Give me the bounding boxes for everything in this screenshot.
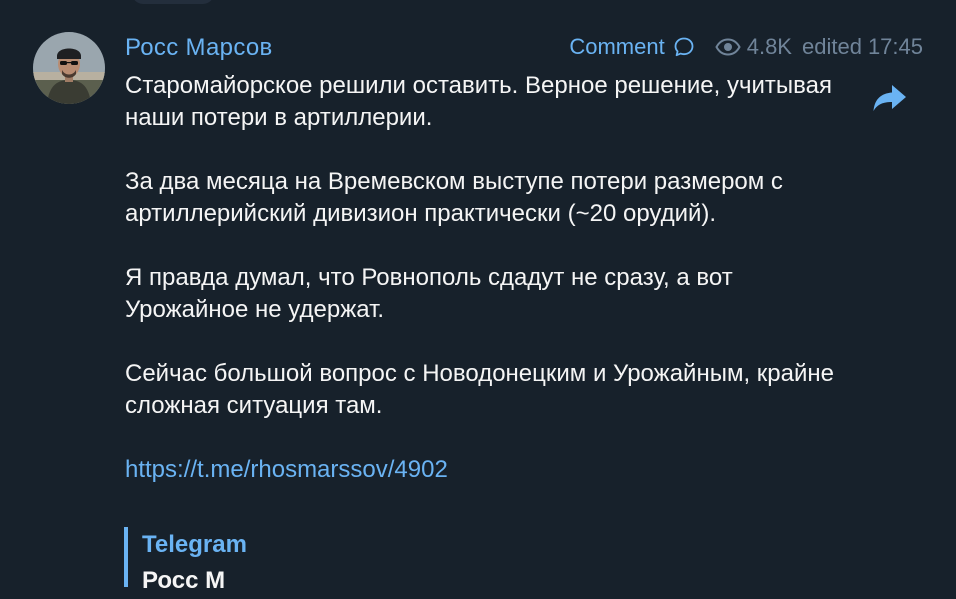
post-meta: Comment 4.8K edited 17:45 [569, 34, 923, 60]
comment-button[interactable]: Comment [569, 34, 694, 60]
comment-bubble-icon [674, 37, 694, 57]
avatar[interactable] [33, 32, 105, 104]
post-time: 17:45 [867, 34, 923, 59]
message-paragraph: Старомайорское решили оставить. Верное р… [125, 72, 832, 131]
message-paragraph: Сейчас большой вопрос с Новодонецким и У… [125, 360, 834, 419]
link-preview[interactable]: Telegram Росс М [124, 527, 542, 594]
message-paragraph: За два месяца на Времевском выступе поте… [125, 168, 783, 227]
eye-icon [715, 38, 741, 56]
share-arrow-icon [873, 85, 906, 111]
post-link[interactable]: https://t.me/rhosmarssov/4902 [125, 454, 845, 486]
edited-label: edited [801, 34, 862, 59]
share-button[interactable] [870, 78, 910, 118]
views-counter: 4.8K [715, 34, 792, 60]
preview-site-name: Telegram [142, 531, 247, 558]
author-name[interactable]: Росс Марсов [125, 34, 273, 62]
views-count: 4.8K [746, 34, 792, 59]
avatar-photo [33, 32, 105, 104]
message-text: Старомайорское решили оставить. Верное р… [125, 70, 845, 486]
channel-post: Росс Марсов Comment 4.8K edited 17:45 Ст… [0, 0, 956, 594]
preview-title: Росс М [142, 567, 226, 594]
comment-label: Comment [569, 34, 665, 59]
message-paragraph: Я правда думал, что Ровнополь сдадут не … [125, 264, 733, 323]
